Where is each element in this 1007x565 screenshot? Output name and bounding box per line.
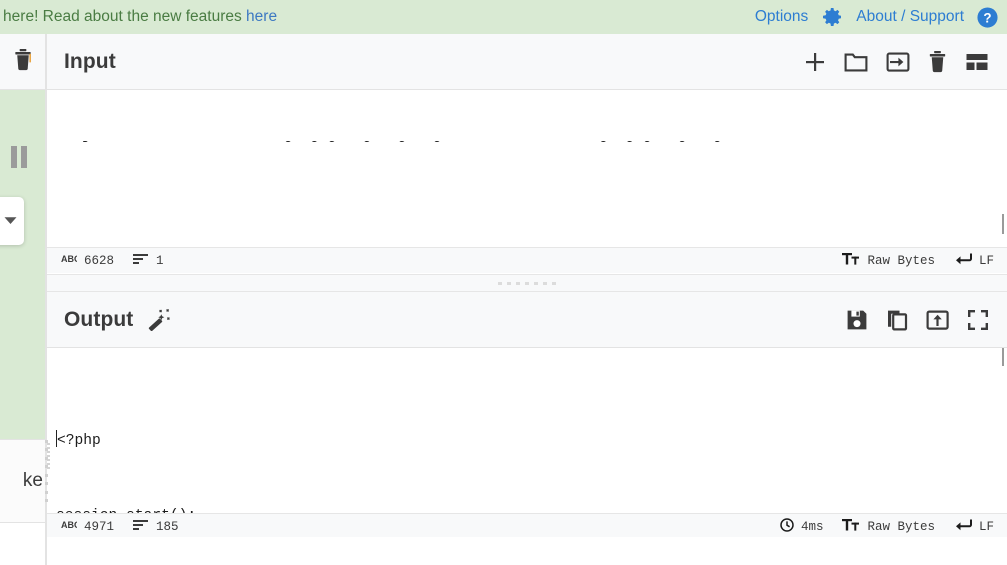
input-status-left: ABC 6628 1 bbox=[61, 253, 164, 268]
banner-controls: Options About / Support ? bbox=[755, 5, 1007, 29]
input-pane-actions bbox=[804, 50, 989, 73]
input-eol-item[interactable]: LF bbox=[954, 252, 994, 269]
return-arrow-icon bbox=[954, 252, 972, 269]
input-pane: Input AB 6628 1 Raw Bytes LF bbox=[47, 34, 1007, 274]
announcement-banner: 10 is here! Read about the new features … bbox=[0, 0, 1007, 34]
left-panel-sliver: ke bbox=[0, 34, 46, 565]
output-title-wrap: Output bbox=[64, 308, 172, 332]
output-encoding-item[interactable]: Raw Bytes bbox=[842, 518, 935, 535]
clock-icon bbox=[780, 517, 794, 536]
vertical-splitter-handle[interactable] bbox=[43, 440, 49, 502]
output-scrollbar-thumb[interactable] bbox=[1002, 348, 1004, 366]
save-icon[interactable] bbox=[846, 309, 868, 331]
input-visible-lines: VibWl0Jz5TdWJtaXtaXQ8L2J1dHRvbj4KICAgICA… bbox=[56, 199, 997, 247]
output-eol-value: LF bbox=[978, 519, 994, 534]
input-length-value: 6628 bbox=[84, 253, 115, 268]
svg-text:ABC: ABC bbox=[61, 520, 77, 530]
output-pane-header: Output bbox=[47, 292, 1007, 348]
input-lines-item: 1 bbox=[133, 253, 164, 268]
output-pane-actions bbox=[846, 309, 989, 331]
input-pane-title: Input bbox=[64, 49, 116, 73]
input-length-item: ABC 6628 bbox=[61, 253, 114, 268]
svg-text:ABC: ABC bbox=[61, 254, 77, 264]
input-line: dCBjbGFzcz0nY29udGVudC1ib3gnPgogICAgICAg… bbox=[56, 141, 722, 149]
question-circle-icon[interactable]: ? bbox=[976, 6, 999, 29]
recipe-dropdown-menu[interactable] bbox=[0, 197, 24, 245]
input-encoding-item[interactable]: Raw Bytes bbox=[842, 252, 935, 269]
return-arrow-icon bbox=[954, 518, 972, 535]
input-encoding-value: Raw Bytes bbox=[867, 253, 935, 268]
trash-icon[interactable] bbox=[928, 50, 947, 73]
bake-button[interactable]: ke bbox=[0, 439, 46, 523]
input-title-wrap: Input bbox=[64, 50, 116, 74]
output-line: session_start(); bbox=[56, 504, 997, 513]
output-line-count-value: 185 bbox=[156, 519, 179, 534]
output-status-left: ABC 4971 185 bbox=[61, 519, 179, 534]
lines-icon bbox=[133, 253, 149, 268]
operations-pane-header bbox=[0, 34, 46, 90]
output-pane-filler bbox=[47, 537, 1007, 565]
magic-wand-icon[interactable] bbox=[147, 308, 172, 331]
output-length-value: 4971 bbox=[84, 519, 115, 534]
chevron-down-icon[interactable] bbox=[4, 212, 17, 230]
lines-icon bbox=[133, 519, 149, 534]
io-column: Input AB 6628 1 Raw Bytes LF Output <?ph… bbox=[47, 34, 1007, 565]
output-status-right: 4ms Raw Bytes LF bbox=[780, 517, 994, 536]
output-status-bar: ABC 4971 185 bbox=[47, 513, 1007, 539]
input-scrollbar-thumb[interactable] bbox=[1002, 214, 1004, 234]
output-timing-item: 4ms bbox=[780, 517, 824, 536]
input-status-bar: ABC 6628 1 bbox=[47, 247, 1007, 273]
banner-here-link[interactable]: here bbox=[246, 8, 277, 25]
options-link[interactable]: Options bbox=[755, 8, 808, 26]
font-icon bbox=[842, 252, 860, 269]
output-length-item: ABC 4971 bbox=[61, 519, 114, 534]
pop-out-icon[interactable] bbox=[926, 309, 949, 331]
output-encoding-value: Raw Bytes bbox=[867, 519, 935, 534]
output-lines-item: 185 bbox=[133, 519, 179, 534]
input-line-count-value: 1 bbox=[156, 253, 164, 268]
banner-message: 10 is here! Read about the new features … bbox=[0, 8, 277, 26]
copy-icon[interactable] bbox=[886, 309, 908, 331]
input-text-area[interactable]: dCBjbGFzcz0nY29udGVudC1ib3gnPgogICAgICAg… bbox=[47, 90, 1007, 247]
about-support-link[interactable]: About / Support bbox=[856, 8, 964, 26]
input-eol-value: LF bbox=[978, 253, 994, 268]
output-text-area[interactable]: <?php session_start(); error_reporting(0… bbox=[47, 348, 1007, 513]
input-line-partial: dCBjbGFzcz0nY29udGVudC1ib3gnPgogICAgICAg… bbox=[56, 141, 997, 149]
output-line: <?php bbox=[57, 433, 101, 449]
trash-icon[interactable] bbox=[13, 48, 33, 76]
plus-icon[interactable] bbox=[804, 51, 826, 73]
output-line-first: <?php bbox=[56, 429, 997, 454]
input-pane-header: Input bbox=[47, 34, 1007, 90]
gear-icon[interactable] bbox=[820, 5, 844, 29]
abc-icon: ABC bbox=[61, 519, 81, 534]
folder-icon[interactable] bbox=[844, 51, 868, 73]
abc-icon: ABC bbox=[61, 253, 81, 268]
svg-text:?: ? bbox=[983, 10, 991, 25]
horizontal-splitter[interactable] bbox=[47, 274, 1007, 292]
maximise-icon[interactable] bbox=[967, 309, 989, 331]
output-eol-item[interactable]: LF bbox=[954, 518, 994, 535]
output-pane-title: Output bbox=[64, 307, 134, 331]
banner-message-text: 10 is here! Read about the new features bbox=[0, 8, 242, 25]
layout-icon[interactable] bbox=[965, 51, 989, 73]
font-icon bbox=[842, 518, 860, 535]
output-pane: Output <?php AB 4971 185 4ms Raw Bytes L… bbox=[47, 292, 1007, 565]
import-arrow-icon[interactable] bbox=[886, 51, 910, 73]
bake-button-label: ke bbox=[22, 470, 43, 491]
input-status-right: Raw Bytes LF bbox=[842, 252, 994, 269]
recipe-pane-sliver bbox=[0, 90, 46, 439]
output-timing-value: 4ms bbox=[800, 519, 824, 534]
pause-icon[interactable] bbox=[10, 146, 29, 173]
